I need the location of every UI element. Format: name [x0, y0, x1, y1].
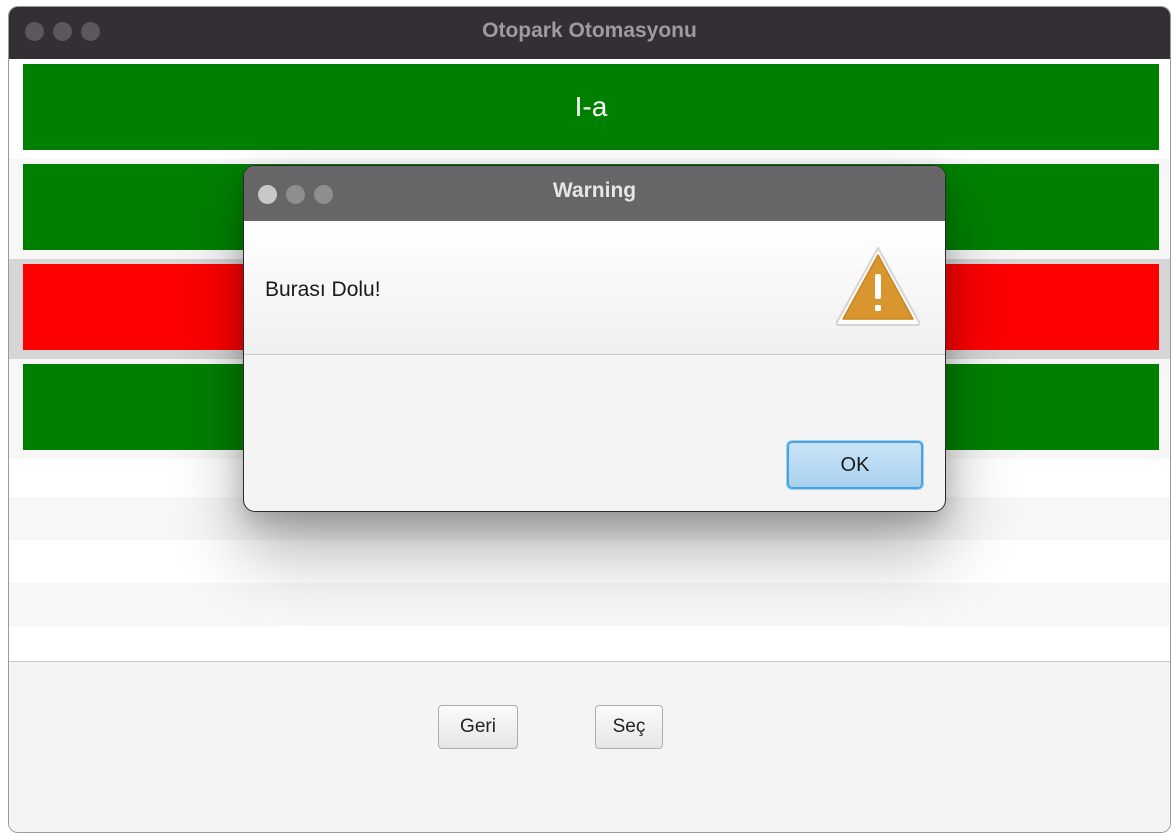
empty-list-row	[9, 583, 1170, 626]
dialog-header: Burası Dolu!	[244, 221, 945, 355]
title-bar[interactable]: Otopark Otomasyonu	[9, 7, 1170, 59]
dialog-title: Warning	[552, 179, 637, 202]
dialog-message: Burası Dolu!	[265, 278, 381, 301]
parking-slot-1[interactable]: I-a	[23, 64, 1159, 150]
dialog-title-bar[interactable]: Warning	[244, 166, 945, 221]
ok-button[interactable]: OK	[787, 441, 923, 489]
list-row[interactable]: I-a	[9, 59, 1170, 159]
select-button[interactable]: Seç	[595, 705, 663, 749]
warning-icon	[835, 247, 921, 326]
warning-dialog: Warning Burası Dolu! OK	[243, 165, 946, 512]
back-button[interactable]: Geri	[438, 705, 518, 749]
window-title: Otopark Otomasyonu	[482, 19, 697, 42]
button-bar: Geri Seç	[9, 661, 1170, 832]
